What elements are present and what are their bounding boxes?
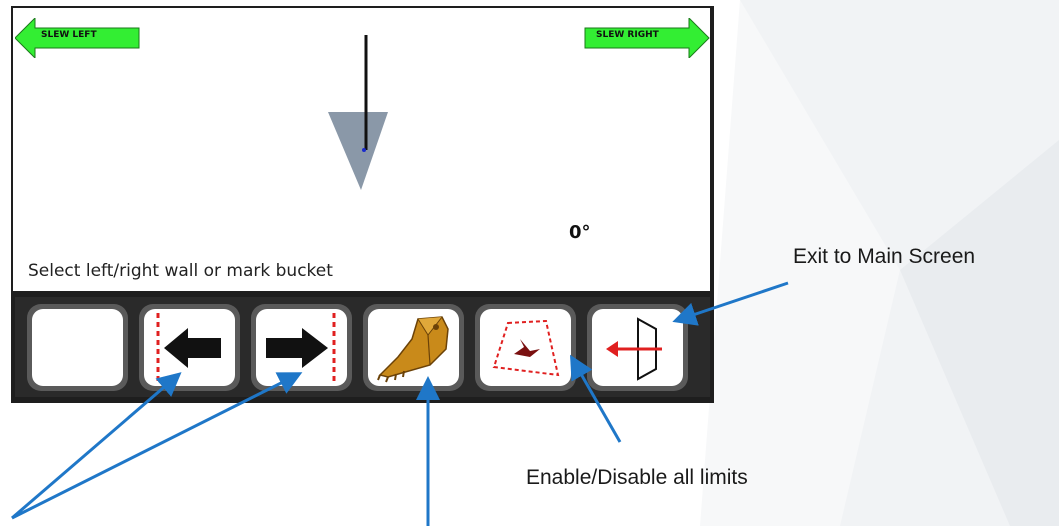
- excavator-bucket-icon: [377, 316, 449, 383]
- controller-screen: SLEW LEFT SLEW RIGHT 0° Select left/righ…: [11, 6, 714, 403]
- slew-indicator-icon: [328, 35, 388, 190]
- instruction-prompt: Select left/right wall or mark bucket: [28, 261, 333, 281]
- set-left-wall-button[interactable]: [139, 304, 240, 391]
- arrow-right-wall-icon: [266, 313, 336, 383]
- toolbar: [15, 297, 710, 397]
- slew-left-label: SLEW LEFT: [41, 30, 97, 40]
- slew-display: SLEW LEFT SLEW RIGHT 0° Select left/righ…: [13, 8, 710, 291]
- exit-button[interactable]: [587, 304, 688, 391]
- slew-right-label: SLEW RIGHT: [596, 30, 659, 40]
- toggle-limits-button[interactable]: [475, 304, 576, 391]
- arrow-left-wall-icon: [156, 313, 221, 383]
- limits-annotation: Enable/Disable all limits: [526, 466, 748, 489]
- set-right-wall-button[interactable]: [251, 304, 352, 391]
- blank-button[interactable]: [27, 304, 128, 391]
- exit-door-icon: [606, 317, 662, 381]
- dashed-limit-zone-icon: [492, 319, 560, 377]
- slew-right-button[interactable]: SLEW RIGHT: [584, 18, 710, 58]
- mark-bucket-button[interactable]: [363, 304, 464, 391]
- slew-angle-readout: 0°: [569, 222, 591, 243]
- exit-annotation: Exit to Main Screen: [793, 245, 976, 268]
- slew-left-button[interactable]: SLEW LEFT: [15, 18, 140, 58]
